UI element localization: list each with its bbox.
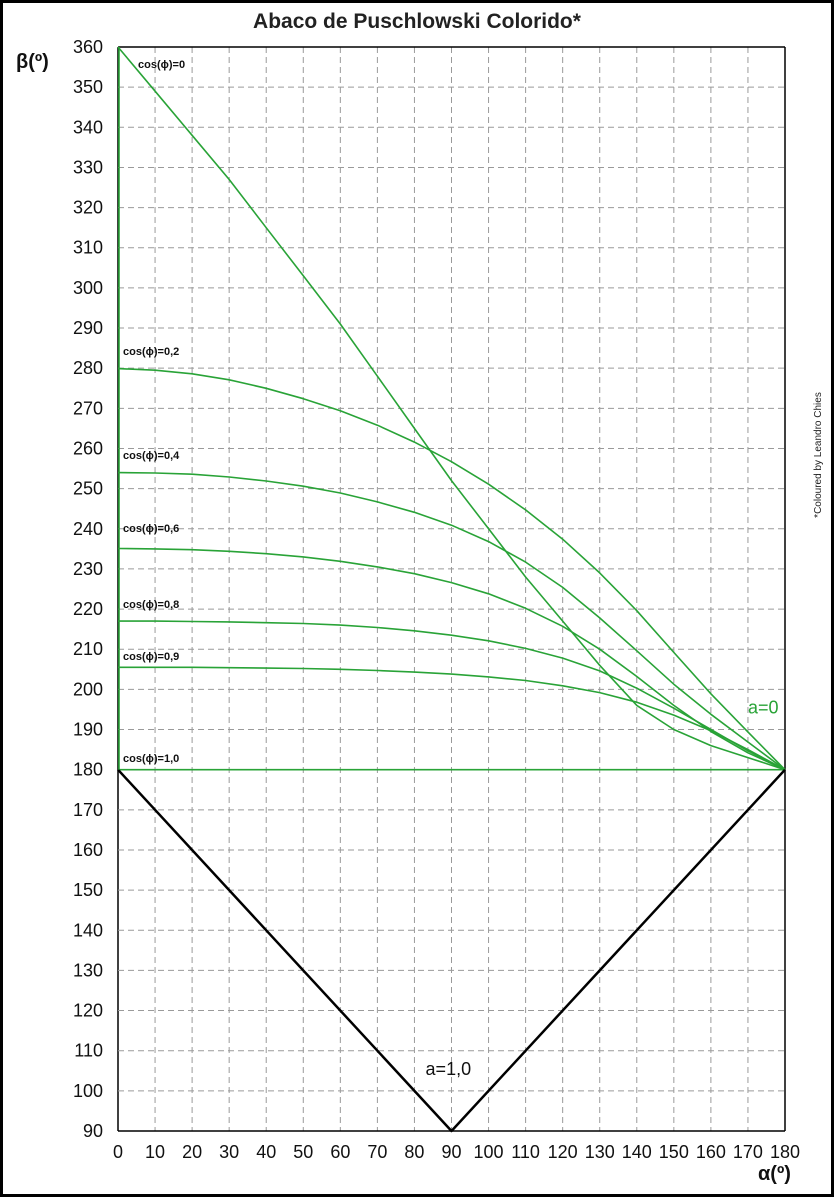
x-tick-label: 140 <box>622 1142 652 1162</box>
chart-svg: 0 10 20 30 40 50 60 70 80 90 100 110 120 130 140 150 160… <box>16 10 824 1185</box>
curve-label: cos(ϕ)=0,6 <box>123 523 179 535</box>
y-tick-label: 130 <box>73 960 103 980</box>
y-tick-label: 170 <box>73 800 103 820</box>
y-tick-label: 230 <box>73 559 103 579</box>
y-tick-label: 290 <box>73 318 103 338</box>
y-tick-label: 260 <box>73 438 103 458</box>
y-tick-label: 270 <box>73 398 103 418</box>
x-tick-label: 60 <box>330 1142 350 1162</box>
x-tick-label: 50 <box>293 1142 313 1162</box>
curve-label: cos(ϕ)=0,2 <box>123 346 179 358</box>
chart-title: Abaco de Puschlowski Colorido* <box>253 10 582 33</box>
curve-label: cos(ϕ)=0,8 <box>123 599 179 611</box>
x-axis-label: α(º) <box>758 1163 791 1185</box>
y-tick-label: 340 <box>73 117 103 137</box>
y-tick-label: 320 <box>73 198 103 218</box>
y-tick-label: 350 <box>73 77 103 97</box>
curve-label: cos(ϕ)=1,0 <box>123 753 179 765</box>
x-tick-label: 90 <box>441 1142 461 1162</box>
y-tick-label: 220 <box>73 599 103 619</box>
y-tick-label: 360 <box>73 37 103 57</box>
y-tick-label: 120 <box>73 1001 103 1021</box>
annotation-a-0: a=0 <box>748 697 779 717</box>
y-tick-label: 240 <box>73 519 103 539</box>
y-tick-label: 310 <box>73 238 103 258</box>
y-tick-label: 160 <box>73 840 103 860</box>
x-tick-label: 0 <box>113 1142 123 1162</box>
y-tick-label: 250 <box>73 479 103 499</box>
x-tick-label: 130 <box>585 1142 615 1162</box>
y-tick-label: 210 <box>73 639 103 659</box>
annotation-a-1-0: a=1,0 <box>426 1059 472 1079</box>
curve-label: cos(ϕ)=0 <box>138 59 185 71</box>
y-tick-label: 300 <box>73 278 103 298</box>
x-tick-label: 120 <box>548 1142 578 1162</box>
x-tick-label: 10 <box>145 1142 165 1162</box>
x-tick-label: 110 <box>511 1142 540 1162</box>
x-tick-label: 80 <box>404 1142 424 1162</box>
y-tick-label: 140 <box>73 920 103 940</box>
y-axis-label: β(º) <box>16 51 49 73</box>
x-tick-label: 20 <box>182 1142 202 1162</box>
y-tick-label: 110 <box>74 1041 103 1061</box>
y-tick-label: 190 <box>73 720 103 740</box>
y-tick-label: 200 <box>73 679 103 699</box>
curve-label: cos(ϕ)=0,4 <box>123 450 180 462</box>
x-tick-label: 100 <box>474 1142 504 1162</box>
x-tick-label: 40 <box>256 1142 276 1162</box>
y-tick-label: 90 <box>83 1121 103 1141</box>
x-tick-label: 180 <box>770 1142 800 1162</box>
x-tick-label: 70 <box>367 1142 387 1162</box>
y-tick-label: 280 <box>73 358 103 378</box>
y-tick-label: 150 <box>73 880 103 900</box>
x-tick-label: 170 <box>733 1142 763 1162</box>
y-tick-label: 180 <box>73 760 103 780</box>
x-tick-label: 30 <box>219 1142 239 1162</box>
x-tick-label: 160 <box>696 1142 726 1162</box>
curve-label: cos(ϕ)=0,9 <box>123 651 179 663</box>
y-tick-label: 100 <box>73 1081 103 1101</box>
x-tick-label: 150 <box>659 1142 689 1162</box>
y-tick-label: 330 <box>73 157 103 177</box>
credit-note: *Coloured by Leandro Chies <box>813 392 824 518</box>
